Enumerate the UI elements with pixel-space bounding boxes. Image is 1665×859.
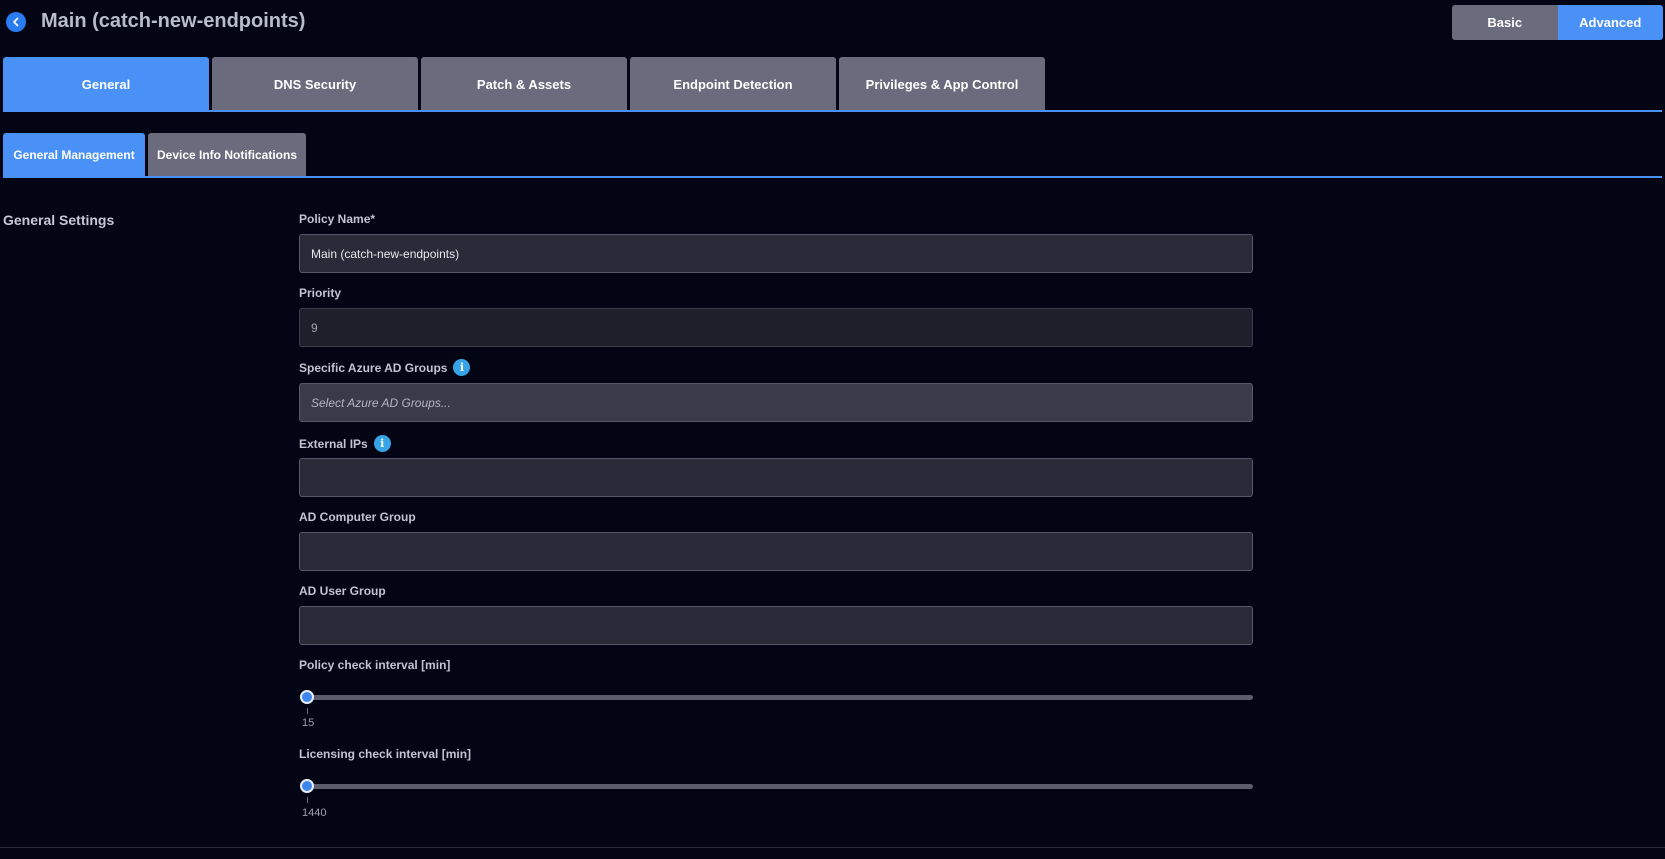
ad-user-group-input[interactable] xyxy=(299,606,1253,645)
ad-computer-group-label: AD Computer Group xyxy=(299,510,416,524)
sub-tabs-divider xyxy=(3,176,1662,178)
licensing-check-interval-label: Licensing check interval [min] xyxy=(299,747,471,761)
external-ips-input[interactable] xyxy=(299,458,1253,497)
subtab-device-info-notifications[interactable]: Device Info Notifications xyxy=(148,133,306,177)
page-title: Main (catch-new-endpoints) xyxy=(41,10,306,32)
section-title: General Settings xyxy=(3,212,115,228)
policy-check-interval-thumb[interactable] xyxy=(300,690,314,704)
external-ips-label-text: External IPs xyxy=(299,436,368,451)
policy-check-interval-label: Policy check interval [min] xyxy=(299,658,450,672)
ad-computer-group-input[interactable] xyxy=(299,532,1253,571)
priority-label-text: Priority xyxy=(299,286,342,300)
priority-label: Priority xyxy=(299,286,341,300)
footer-divider xyxy=(0,847,1665,848)
ad-user-group-label-text: AD User Group xyxy=(299,584,386,598)
priority-input: 9 xyxy=(299,308,1253,347)
azure-groups-label: Specific Azure AD Groups i xyxy=(299,359,471,376)
licensing-check-interval-tick xyxy=(307,797,308,803)
subtab-general-management[interactable]: General Management xyxy=(3,133,145,177)
back-button[interactable] xyxy=(6,12,26,32)
policy-name-input[interactable]: Main (catch-new-endpoints) xyxy=(299,234,1253,273)
licensing-check-interval-slider[interactable] xyxy=(300,779,1253,793)
licensing-check-interval-value: 1440 xyxy=(302,807,327,819)
info-icon[interactable]: i xyxy=(373,435,391,452)
licensing-check-interval-label-text: Licensing check interval [min] xyxy=(299,747,472,761)
tab-patch-assets[interactable]: Patch & Assets xyxy=(421,57,627,111)
main-tabs-divider xyxy=(3,110,1662,112)
mode-toggle: Basic Advanced xyxy=(1452,5,1663,40)
azure-groups-label-text: Specific Azure AD Groups xyxy=(299,360,448,375)
policy-editor-page: Main (catch-new-endpoints) Basic Advance… xyxy=(0,0,1665,859)
sub-tabs: General Management Device Info Notificat… xyxy=(3,133,306,177)
policy-name-label: Policy Name* xyxy=(299,212,375,226)
policy-name-label-text: Policy Name* xyxy=(299,212,376,226)
tab-dns-security[interactable]: DNS Security xyxy=(212,57,418,111)
advanced-mode-button[interactable]: Advanced xyxy=(1557,5,1663,40)
azure-groups-select[interactable]: Select Azure AD Groups... xyxy=(299,383,1253,422)
policy-check-interval-tick xyxy=(307,708,308,714)
basic-mode-button[interactable]: Basic xyxy=(1452,5,1558,40)
chevron-left-icon xyxy=(13,17,19,27)
policy-check-interval-label-text: Policy check interval [min] xyxy=(299,658,451,672)
licensing-check-interval-thumb[interactable] xyxy=(300,779,314,793)
tab-privileges-app-control[interactable]: Privileges & App Control xyxy=(839,57,1045,111)
policy-check-interval-slider[interactable] xyxy=(300,690,1253,704)
external-ips-label: External IPs i xyxy=(299,435,391,452)
info-icon[interactable]: i xyxy=(453,359,471,376)
main-tabs: General DNS Security Patch & Assets Endp… xyxy=(3,57,1045,111)
ad-user-group-label: AD User Group xyxy=(299,584,386,598)
tab-endpoint-detection[interactable]: Endpoint Detection xyxy=(630,57,836,111)
policy-check-interval-value: 15 xyxy=(302,717,315,729)
tab-general[interactable]: General xyxy=(3,57,209,111)
ad-computer-group-label-text: AD Computer Group xyxy=(299,510,416,524)
